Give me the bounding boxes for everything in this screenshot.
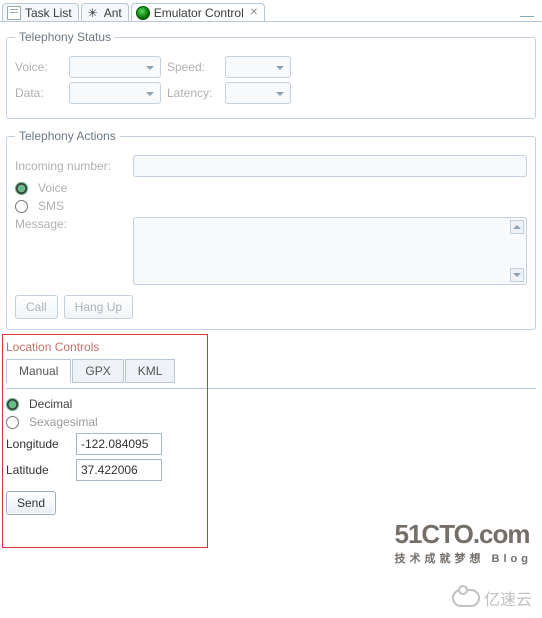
sms-radio[interactable] <box>15 200 28 213</box>
speed-dropdown[interactable] <box>225 56 291 78</box>
speed-label: Speed: <box>167 60 219 74</box>
tab-bar: Task List ✳ Ant Emulator Control ✕ <box>0 0 542 22</box>
latency-label: Latency: <box>167 86 219 100</box>
incoming-number-label: Incoming number: <box>15 159 127 173</box>
telephony-actions-group: Telephony Actions Incoming number: Voice… <box>6 129 536 330</box>
tab-emulator-control[interactable]: Emulator Control ✕ <box>131 3 265 21</box>
tab-task-list[interactable]: Task List <box>2 3 79 21</box>
decimal-radio-label: Decimal <box>29 397 72 411</box>
latency-dropdown[interactable] <box>225 82 291 104</box>
incoming-number-input[interactable] <box>133 155 527 177</box>
minimize-icon[interactable] <box>520 11 534 17</box>
data-label: Data: <box>15 86 63 100</box>
tab-label: Ant <box>104 6 122 20</box>
close-icon[interactable]: ✕ <box>250 7 258 18</box>
watermark-yisu: 亿速云 <box>452 586 532 610</box>
cloud-icon <box>452 589 480 607</box>
scroll-down-icon[interactable] <box>510 268 524 282</box>
tab-gpx[interactable]: GPX <box>72 359 123 383</box>
voice-label: Voice: <box>15 60 63 74</box>
message-textarea[interactable] <box>133 217 527 285</box>
ant-icon: ✳ <box>86 6 100 20</box>
tab-manual[interactable]: Manual <box>6 359 71 383</box>
send-button[interactable]: Send <box>6 491 56 515</box>
latitude-label: Latitude <box>6 463 68 477</box>
emulator-icon <box>136 6 150 20</box>
tab-ant[interactable]: ✳ Ant <box>81 3 129 21</box>
group-title: Telephony Actions <box>15 129 120 143</box>
sms-radio-label: SMS <box>38 199 64 213</box>
task-list-icon <box>7 6 21 20</box>
latitude-input[interactable] <box>76 459 162 481</box>
call-button[interactable]: Call <box>15 295 58 319</box>
tab-kml[interactable]: KML <box>125 359 176 383</box>
sexagesimal-radio[interactable] <box>6 416 19 429</box>
group-title: Location Controls <box>6 340 536 354</box>
voice-radio-label: Voice <box>38 181 67 195</box>
voice-dropdown[interactable] <box>69 56 161 78</box>
decimal-radio[interactable] <box>6 398 19 411</box>
longitude-input[interactable] <box>76 433 162 455</box>
group-title: Telephony Status <box>15 30 115 44</box>
location-controls-group: Location Controls Manual GPX KML Decimal… <box>6 340 536 515</box>
tab-label: Task List <box>25 6 72 20</box>
scroll-up-icon[interactable] <box>510 220 524 234</box>
watermark-51cto: 51CTO.com 技术成就梦想 Blog <box>395 519 533 566</box>
data-dropdown[interactable] <box>69 82 161 104</box>
telephony-status-group: Telephony Status Voice: Speed: Data: Lat… <box>6 30 536 119</box>
longitude-label: Longitude <box>6 437 68 451</box>
sexagesimal-radio-label: Sexagesimal <box>29 415 98 429</box>
voice-radio[interactable] <box>15 182 28 195</box>
hang-up-button[interactable]: Hang Up <box>64 295 133 319</box>
message-label: Message: <box>15 217 127 231</box>
tab-label: Emulator Control <box>154 6 244 20</box>
